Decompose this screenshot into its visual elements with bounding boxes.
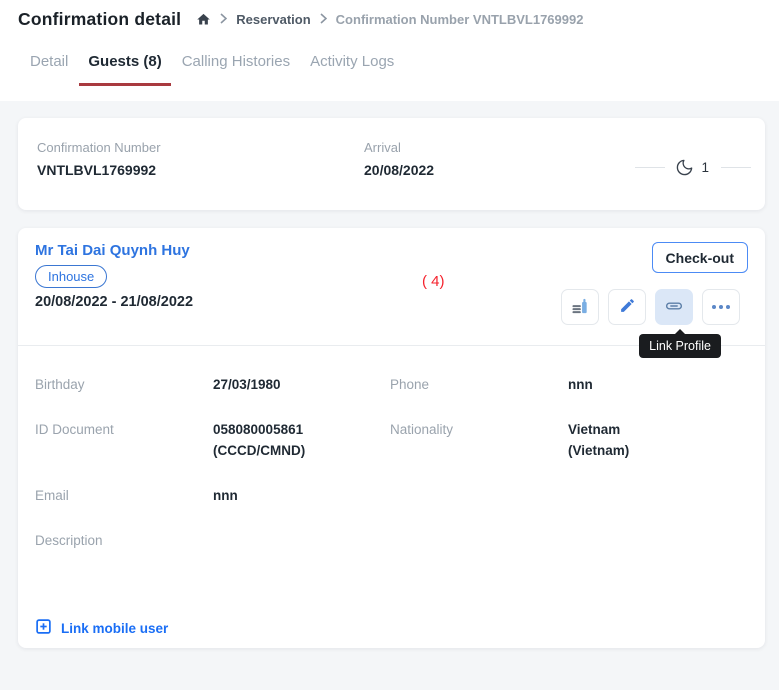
guest-card-header: Mr Tai Dai Quynh Huy Inhouse 20/08/2022 …: [18, 228, 765, 346]
id-document-type: (CCCD/CMND): [213, 440, 305, 461]
guest-name-link[interactable]: Mr Tai Dai Quynh Huy: [35, 242, 190, 259]
red-note: ( 4): [422, 273, 445, 290]
email-label: Email: [35, 485, 213, 506]
empty-cell: [390, 485, 747, 506]
status-badge: Inhouse: [35, 265, 107, 288]
breadcrumb-confirmation: Confirmation Number VNTLBVL1769992: [336, 12, 584, 27]
tab-detail[interactable]: Detail: [21, 53, 77, 86]
tab-guests[interactable]: Guests (8): [79, 53, 170, 86]
chevron-right-icon: [220, 11, 227, 29]
nationality-field: Nationality Vietnam (Vietnam): [390, 419, 747, 461]
divider-dash: [635, 167, 665, 168]
birthday-field: Birthday 27/03/1980: [35, 374, 390, 395]
edit-guest-button[interactable]: [608, 289, 646, 325]
title-row: Confirmation detail Reservation Confirma…: [18, 9, 583, 30]
birthday-value: 27/03/1980: [213, 374, 281, 395]
email-value: nnn: [213, 485, 238, 506]
phone-field: Phone nnn: [390, 374, 747, 395]
empty-cell: [390, 530, 747, 551]
phone-label: Phone: [390, 374, 568, 395]
reservation-summary-card: Confirmation Number VNTLBVL1769992 Arriv…: [18, 118, 765, 210]
confirmation-number-value: VNTLBVL1769992: [37, 162, 161, 178]
plus-square-icon: [35, 618, 52, 638]
services-button[interactable]: [561, 289, 599, 325]
nationality-value: Vietnam (Vietnam): [568, 419, 629, 461]
nationality-country-alt: (Vietnam): [568, 440, 629, 461]
description-label: Description: [35, 530, 213, 551]
guest-card: Mr Tai Dai Quynh Huy Inhouse 20/08/2022 …: [18, 228, 765, 648]
link-profile-tooltip: Link Profile: [639, 334, 721, 358]
nights-indicator: 1: [635, 158, 751, 177]
description-field: Description: [35, 530, 390, 551]
services-icon: [570, 296, 590, 319]
home-icon[interactable]: [196, 12, 211, 27]
tab-calling-histories[interactable]: Calling Histories: [173, 53, 299, 86]
check-out-button[interactable]: Check-out: [652, 242, 748, 273]
page-header: Confirmation detail Reservation Confirma…: [0, 0, 779, 101]
chevron-right-icon: [320, 11, 327, 29]
phone-value: nnn: [568, 374, 593, 395]
link-profile-button[interactable]: [655, 289, 693, 325]
more-icon: [712, 305, 730, 309]
id-document-field: ID Document 058080005861 (CCCD/CMND): [35, 419, 390, 461]
arrival-field: Arrival 20/08/2022: [364, 140, 434, 178]
divider-dash: [721, 167, 751, 168]
confirmation-number-label: Confirmation Number: [37, 140, 161, 155]
more-actions-button[interactable]: [702, 289, 740, 325]
link-mobile-user-label: Link mobile user: [61, 621, 168, 636]
nights-count: 1: [701, 160, 709, 175]
id-document-value: 058080005861 (CCCD/CMND): [213, 419, 305, 461]
breadcrumb: Reservation Confirmation Number VNTLBVL1…: [196, 11, 583, 29]
arrival-label: Arrival: [364, 140, 434, 155]
id-document-label: ID Document: [35, 419, 213, 461]
tab-bar: Detail Guests (8) Calling Histories Acti…: [21, 53, 405, 86]
guest-detail-fields: Birthday 27/03/1980 Phone nnn ID Documen…: [35, 374, 747, 551]
confirmation-number-field: Confirmation Number VNTLBVL1769992: [37, 140, 161, 178]
page-title: Confirmation detail: [18, 9, 181, 30]
breadcrumb-reservation[interactable]: Reservation: [236, 12, 310, 27]
link-icon: [664, 296, 684, 319]
link-mobile-user-button[interactable]: Link mobile user: [35, 618, 168, 638]
guest-action-buttons: [561, 289, 740, 325]
id-document-number: 058080005861: [213, 419, 305, 440]
arrival-value: 20/08/2022: [364, 162, 434, 178]
stay-dates: 20/08/2022 - 21/08/2022: [35, 294, 193, 310]
birthday-label: Birthday: [35, 374, 213, 395]
email-field: Email nnn: [35, 485, 390, 506]
nationality-label: Nationality: [390, 419, 568, 461]
edit-icon: [619, 297, 636, 317]
moon-icon: [675, 158, 694, 177]
nationality-country: Vietnam: [568, 419, 629, 440]
tab-activity-logs[interactable]: Activity Logs: [301, 53, 403, 86]
